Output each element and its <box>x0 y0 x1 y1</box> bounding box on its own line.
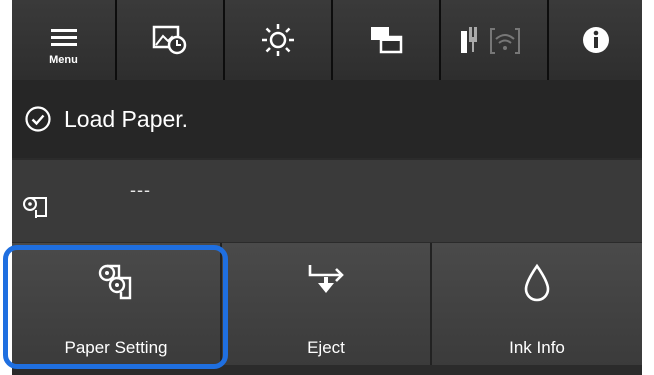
windows-button[interactable] <box>333 0 441 80</box>
brightness-icon <box>262 24 294 56</box>
info-button[interactable] <box>549 0 642 80</box>
paper-roll-icon <box>23 197 47 218</box>
network-icon <box>461 27 520 54</box>
network-button[interactable] <box>441 0 549 80</box>
ink-info-label: Ink Info <box>509 338 565 357</box>
status-message: Load Paper. <box>64 105 189 132</box>
image-timer-button[interactable] <box>117 0 225 80</box>
eject-label: Eject <box>307 338 345 357</box>
image-timer-icon <box>152 25 187 55</box>
eject-icon <box>308 265 344 293</box>
paper-info-row: --- <box>12 160 642 242</box>
eject-button[interactable]: Eject <box>222 243 432 365</box>
windows-icon <box>371 27 403 54</box>
status-bar: Load Paper. <box>12 80 642 158</box>
menu-label: Menu <box>49 54 78 66</box>
brightness-button[interactable] <box>225 0 333 80</box>
menu-icon <box>50 29 77 46</box>
info-icon <box>582 27 609 53</box>
selection-highlight <box>3 245 228 369</box>
menu-button[interactable]: Menu <box>12 0 117 80</box>
paper-value: --- <box>130 180 151 200</box>
top-toolbar: Menu <box>12 0 642 80</box>
ink-info-button[interactable]: Ink Info <box>432 243 642 365</box>
check-circle-icon <box>25 106 51 132</box>
ink-drop-icon <box>524 263 550 302</box>
